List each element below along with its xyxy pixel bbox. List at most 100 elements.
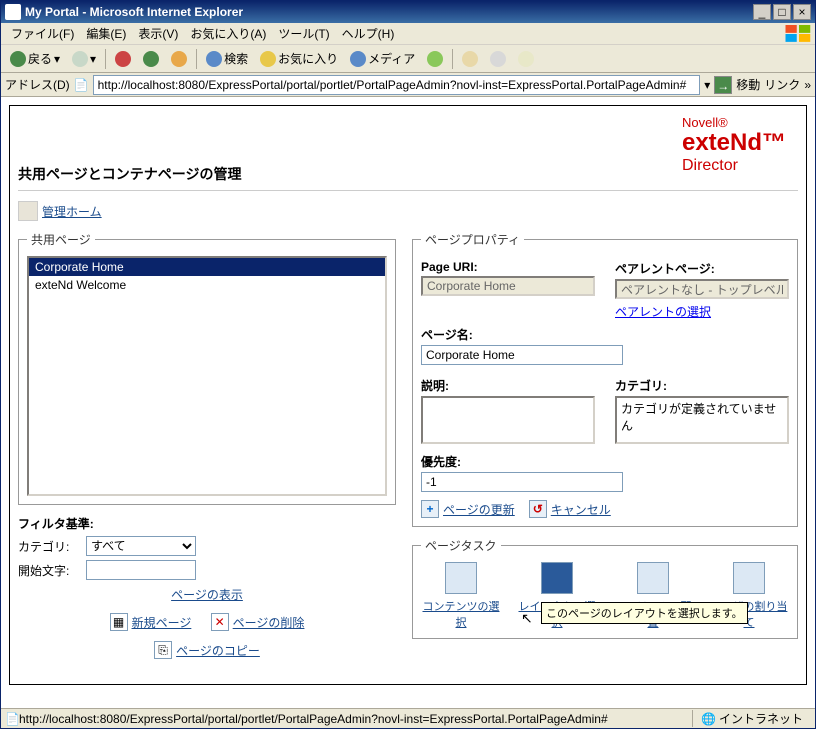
print-button[interactable] xyxy=(485,48,511,70)
admin-home-link-row: 管理ホーム xyxy=(18,201,798,221)
go-button[interactable]: → xyxy=(714,76,732,94)
ie-window: My Portal - Microsoft Internet Explorer … xyxy=(0,0,816,729)
zone-indicator: 🌐 イントラネット xyxy=(692,710,811,727)
page-properties-fieldset: ページプロパティ Page URI: ペアレントページ: ペアレントの選択 xyxy=(412,231,798,527)
new-page-icon: ▦ xyxy=(110,613,128,631)
show-pages-link[interactable]: ページの表示 xyxy=(171,588,243,602)
chevron-down-icon: ▾ xyxy=(54,52,60,66)
separator xyxy=(105,49,106,69)
back-icon xyxy=(10,51,26,67)
history-button[interactable] xyxy=(422,48,448,70)
layout-select-icon xyxy=(541,562,573,594)
media-button[interactable]: メディア xyxy=(345,47,420,70)
category-box: カテゴリが定義されていません xyxy=(615,396,789,444)
menu-favorites[interactable]: お気に入り(A) xyxy=(184,23,272,44)
description-textarea[interactable] xyxy=(421,396,595,444)
zone-label: イントラネット xyxy=(719,710,803,727)
address-label: アドレス(D) xyxy=(5,76,70,93)
history-icon xyxy=(427,51,443,67)
tooltip: このページのレイアウトを選択します。 xyxy=(541,602,748,624)
copy-page-link[interactable]: ページのコピー xyxy=(176,642,260,659)
filter-legend: フィルタ基準: xyxy=(18,515,396,532)
page-name-input[interactable] xyxy=(421,345,623,365)
menu-file[interactable]: ファイル(F) xyxy=(5,23,80,44)
parent-select-link[interactable]: ペアレントの選択 xyxy=(615,305,711,319)
back-button[interactable]: 戻る▾ xyxy=(5,47,65,70)
maximize-button[interactable]: □ xyxy=(773,4,791,20)
admin-home-icon xyxy=(18,201,38,221)
go-label: 移動 xyxy=(736,76,760,93)
cursor-icon: ↖ xyxy=(521,610,533,627)
print-icon xyxy=(490,51,506,67)
page-properties-legend: ページプロパティ xyxy=(421,231,524,248)
home-button[interactable] xyxy=(166,48,192,70)
refresh-button[interactable] xyxy=(138,48,164,70)
delete-page-link[interactable]: ページの削除 xyxy=(233,614,305,631)
startchar-filter-input[interactable] xyxy=(86,560,196,580)
shared-pages-legend: 共用ページ xyxy=(27,231,95,248)
list-item[interactable]: exteNd Welcome xyxy=(29,276,385,294)
media-label: メディア xyxy=(368,50,415,67)
shared-pages-fieldset: 共用ページ Corporate Home exteNd Welcome xyxy=(18,231,396,505)
star-icon xyxy=(260,51,276,67)
address-input[interactable] xyxy=(93,75,701,95)
separator xyxy=(452,49,453,69)
task-link[interactable]: コンテンツの選択 xyxy=(423,601,500,629)
mail-icon xyxy=(462,51,478,67)
cancel-button[interactable]: ↺ xyxy=(529,500,547,518)
menu-view[interactable]: 表示(V) xyxy=(132,23,184,44)
parent-page-label: ペアレントページ: xyxy=(615,260,789,277)
search-icon xyxy=(206,51,222,67)
task-content-select[interactable]: コンテンツの選択 xyxy=(421,562,501,630)
menu-edit[interactable]: 編集(E) xyxy=(80,23,132,44)
toolbar: 戻る▾ ▾ 検索 お気に入り メディア xyxy=(1,45,815,73)
statusbar: 📄 http://localhost:8080/ExpressPortal/po… xyxy=(1,708,815,728)
back-label: 戻る xyxy=(28,50,52,67)
cancel-link[interactable]: キャンセル xyxy=(551,501,611,518)
menu-help[interactable]: ヘルプ(H) xyxy=(336,23,401,44)
titlebar: My Portal - Microsoft Internet Explorer … xyxy=(1,1,815,23)
minimize-button[interactable]: _ xyxy=(753,4,771,20)
content-area: Novell® exteNd™ Director 共用ページとコンテナページの管… xyxy=(1,97,815,708)
refresh-icon xyxy=(143,51,159,67)
window-title: My Portal - Microsoft Internet Explorer xyxy=(25,5,751,19)
links-label[interactable]: リンク xyxy=(764,76,800,93)
close-button[interactable]: × xyxy=(793,4,811,20)
favorites-button[interactable]: お気に入り xyxy=(255,47,343,70)
category-filter-select[interactable]: すべて xyxy=(86,536,196,556)
forward-icon xyxy=(72,51,88,67)
edit-button[interactable] xyxy=(513,48,539,70)
category-filter-label: カテゴリ: xyxy=(18,538,78,555)
page-icon: 📄 xyxy=(74,78,89,92)
app-icon xyxy=(5,4,21,20)
forward-button[interactable]: ▾ xyxy=(67,48,101,70)
update-page-button[interactable]: + xyxy=(421,500,439,518)
edit-icon xyxy=(518,51,534,67)
list-item[interactable]: Corporate Home xyxy=(29,258,385,276)
search-button[interactable]: 検索 xyxy=(201,47,253,70)
intranet-icon: 🌐 xyxy=(701,712,715,726)
page-frame: Novell® exteNd™ Director 共用ページとコンテナページの管… xyxy=(9,105,807,685)
page-action-links: ▦新規ページ ✕ページの削除 xyxy=(18,613,396,631)
mail-button[interactable] xyxy=(457,48,483,70)
content-select-icon xyxy=(445,562,477,594)
priority-input[interactable] xyxy=(421,472,623,492)
address-bar: アドレス(D) 📄 ▾ → 移動 リンク » xyxy=(1,73,815,97)
admin-home-link[interactable]: 管理ホーム xyxy=(42,203,102,220)
shared-pages-listbox[interactable]: Corporate Home exteNd Welcome xyxy=(27,256,387,496)
chevron-down-icon[interactable]: ▾ xyxy=(704,78,710,92)
favorites-label: お気に入り xyxy=(278,50,338,67)
description-label: 説明: xyxy=(421,377,595,394)
chevron-right-icon: » xyxy=(804,78,811,92)
media-icon xyxy=(350,51,366,67)
copy-page-icon: ⎘ xyxy=(154,641,172,659)
page-uri-input xyxy=(421,276,595,296)
windows-logo-icon xyxy=(785,25,813,43)
page-tasks-fieldset: ページタスク コンテンツの選択 レイアウトの選択 xyxy=(412,537,798,639)
stop-icon xyxy=(115,51,131,67)
update-page-link[interactable]: ページの更新 xyxy=(443,501,515,518)
stop-button[interactable] xyxy=(110,48,136,70)
status-text: http://localhost:8080/ExpressPortal/port… xyxy=(19,712,692,726)
new-page-link[interactable]: 新規ページ xyxy=(132,614,192,631)
menu-tools[interactable]: ツール(T) xyxy=(272,23,335,44)
